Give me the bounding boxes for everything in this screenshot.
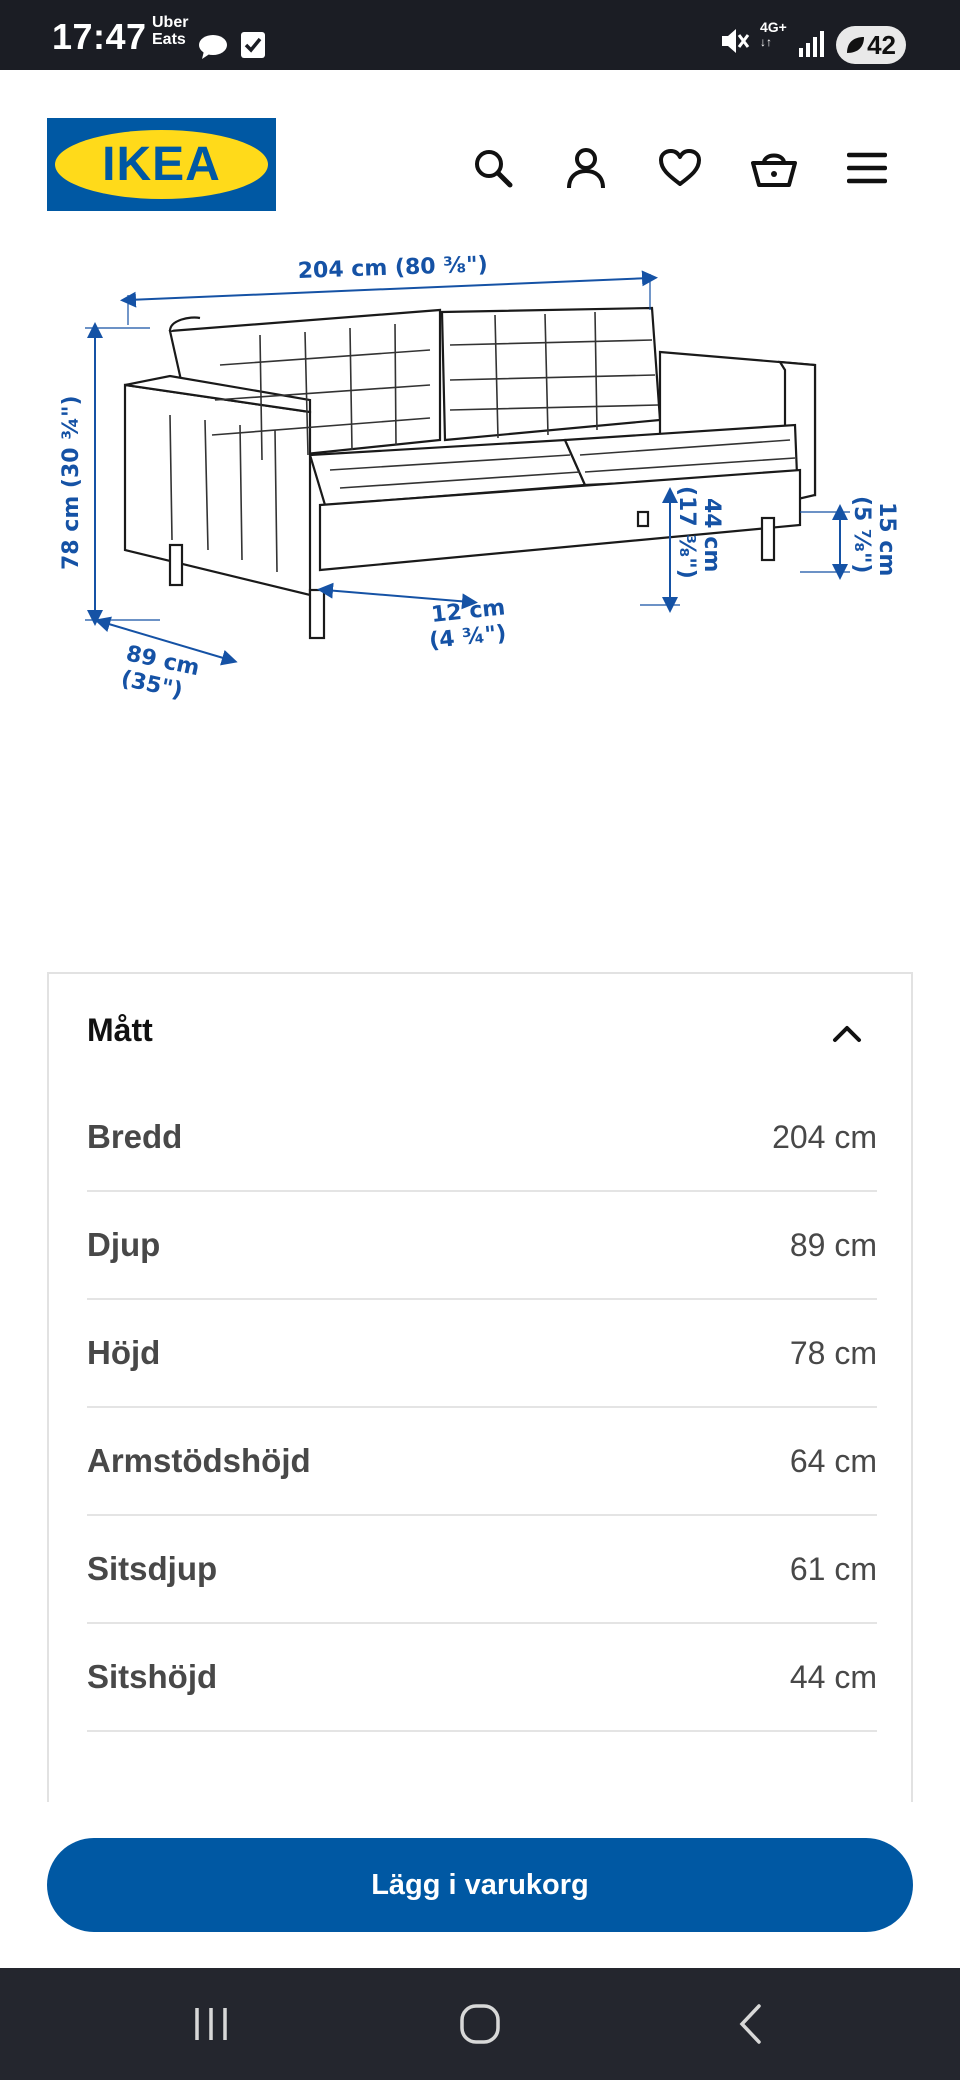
measurement-label: Bredd: [87, 1118, 183, 1155]
measurement-row: Höjd 78 cm: [87, 1300, 877, 1408]
recent-apps-icon[interactable]: [171, 1992, 251, 2056]
checkbox-icon: [241, 32, 265, 58]
sofa-illustration: [123, 306, 817, 640]
cart-icon[interactable]: [748, 142, 800, 194]
system-navigation-bar: [0, 1968, 960, 2080]
measurement-row: Armstödshöjd 64 cm: [87, 1408, 877, 1516]
home-icon[interactable]: [440, 1992, 520, 2056]
chevron-up-icon[interactable]: [827, 1018, 867, 1048]
seat-height-label-cm: 44 cm: [699, 498, 724, 572]
measurement-row: Sitshöjd 44 cm: [87, 1624, 877, 1732]
add-to-cart-bar: Lägg i varukorg: [0, 1802, 960, 1968]
site-header: IKEA: [0, 70, 960, 240]
battery-indicator: 42: [836, 26, 906, 64]
leg-height-label-cm: 15 cm: [874, 502, 899, 576]
profile-icon[interactable]: [560, 142, 612, 194]
network-type: 4G+ ↓↑: [760, 19, 787, 50]
status-bar: 17:47 Uber Eats 4G+ ↓↑ 42: [0, 0, 960, 70]
measurements-title: Mått: [87, 1012, 153, 1048]
back-icon[interactable]: [710, 1992, 790, 2056]
measurement-value: 78 cm: [789, 1334, 877, 1371]
ikea-logo[interactable]: IKEA: [47, 118, 276, 211]
measurement-label: Sitsdjup: [87, 1550, 218, 1587]
measurements-panel: Mått Bredd 204 cm Djup 89 cm Höjd 78 cm …: [47, 972, 913, 1802]
measurement-value: 61 cm: [789, 1550, 877, 1587]
uber-eats-notification-icon: Uber Eats: [152, 14, 189, 48]
power-saving-icon: [847, 37, 864, 53]
seat-height-label-in: (17 ³⁄₈"): [674, 486, 699, 579]
measurement-label: Sitshöjd: [87, 1658, 218, 1695]
measurement-row: Djup 89 cm: [87, 1192, 877, 1300]
height-dimension-label: 78 cm (30 ¾"): [59, 395, 84, 570]
add-to-cart-button[interactable]: Lägg i varukorg: [47, 1838, 913, 1932]
measurement-row: Sitsdjup 61 cm: [87, 1516, 877, 1624]
menu-icon[interactable]: [841, 142, 893, 194]
measurement-label: Höjd: [87, 1334, 161, 1371]
chat-bubble-icon: [199, 35, 227, 59]
measurement-label: Djup: [87, 1226, 161, 1263]
measurement-value: 64 cm: [789, 1442, 877, 1479]
measurement-label: Armstödshöjd: [87, 1442, 311, 1479]
measurement-value: 204 cm: [772, 1118, 877, 1155]
mute-icon: [722, 29, 750, 53]
measurement-row: Bredd 204 cm: [87, 1084, 877, 1192]
measurement-value: 44 cm: [789, 1658, 877, 1695]
measurement-value: 89 cm: [789, 1226, 877, 1263]
signal-icon: [799, 31, 824, 57]
leg-height-label-in: (5 ⁷⁄₈"): [849, 496, 874, 573]
sofa-dimension-diagram: 204 cm (80 ³⁄₈") 78 cm (30 ¾") 89 cm (35…: [59, 252, 899, 703]
search-icon[interactable]: [467, 142, 519, 194]
status-time: 17:47: [52, 16, 147, 57]
width-dimension-label: 204 cm (80 ³⁄₈"): [297, 252, 488, 284]
measurements-list: Bredd 204 cm Djup 89 cm Höjd 78 cm Armst…: [87, 1084, 877, 1732]
heart-icon[interactable]: [654, 142, 706, 194]
